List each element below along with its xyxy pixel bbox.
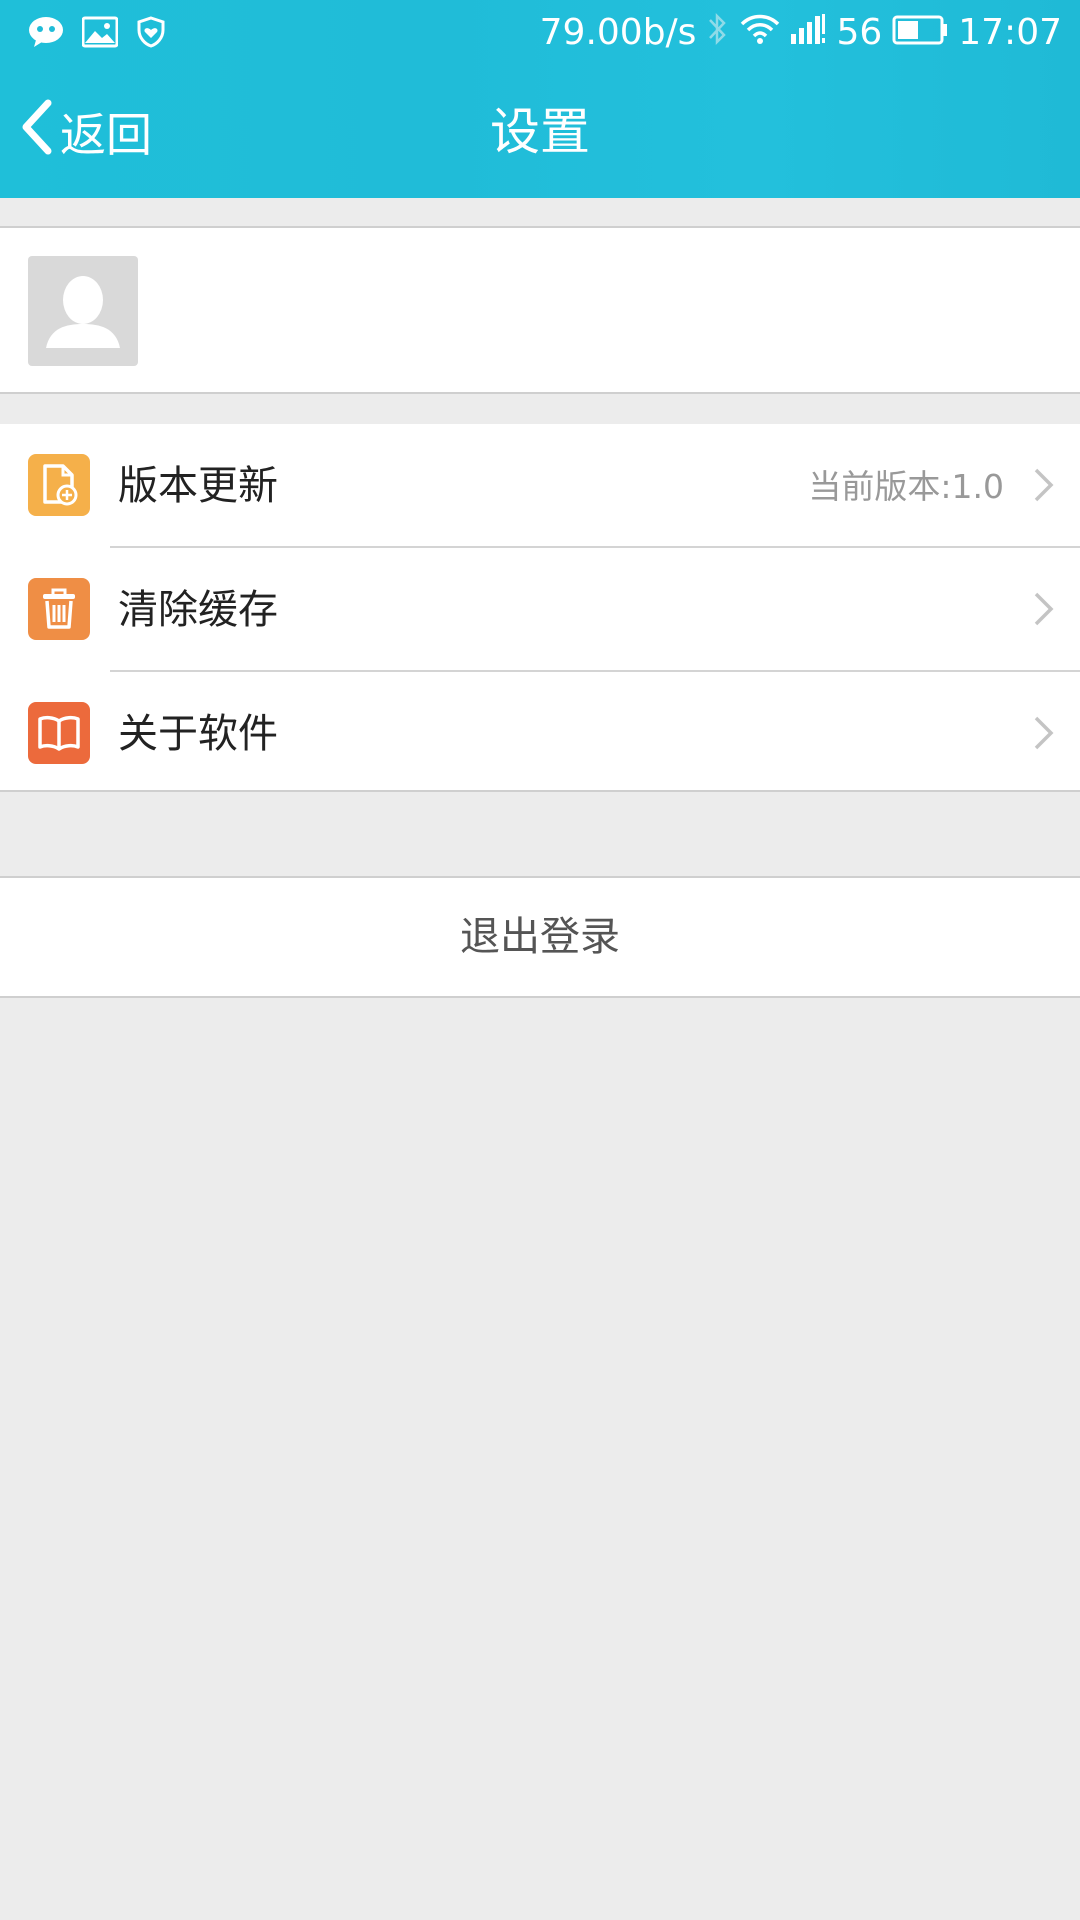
nav-bar: 返回 设置 <box>0 66 1080 198</box>
about-software-row[interactable]: 关于软件 <box>0 672 1080 794</box>
app-header: 79.00b/s 56 17:07 返回 设置 <box>0 0 1080 198</box>
avatar-placeholder-icon <box>28 276 138 366</box>
clock: 17:07 <box>958 12 1062 53</box>
trash-icon <box>28 578 90 640</box>
shield-heart-icon <box>136 16 166 52</box>
bluetooth-icon <box>706 9 730 58</box>
cellular-signal-icon <box>790 12 826 55</box>
book-icon <box>28 702 90 764</box>
clear-cache-row[interactable]: 清除缓存 <box>0 548 1080 670</box>
page-title: 设置 <box>490 103 590 161</box>
wifi-icon <box>740 12 780 55</box>
chevron-right-icon <box>1032 466 1056 504</box>
current-version: 当前版本:1.0 <box>808 467 1004 506</box>
avatar[interactable] <box>28 256 138 366</box>
status-bar: 79.00b/s 56 17:07 <box>0 0 1080 66</box>
version-update-row[interactable]: 版本更新 当前版本:1.0 <box>0 424 1080 546</box>
network-speed: 79.00b/s <box>539 12 697 53</box>
signal-text: 56 <box>836 12 883 53</box>
status-left-icons <box>28 14 166 54</box>
profile-section[interactable] <box>0 226 1080 394</box>
settings-list: 版本更新 当前版本:1.0 清除缓存 关于软件 <box>0 424 1080 792</box>
row-label: 关于软件 <box>118 711 278 757</box>
row-label: 版本更新 <box>118 463 278 509</box>
chat-bubble-icon <box>28 16 64 52</box>
logout-button[interactable]: 退出登录 <box>0 876 1080 998</box>
image-icon <box>81 16 119 52</box>
chevron-right-icon <box>1032 714 1056 752</box>
file-update-icon <box>28 454 90 516</box>
row-label: 清除缓存 <box>118 587 278 633</box>
chevron-right-icon <box>1032 590 1056 628</box>
battery-icon <box>892 13 948 54</box>
status-right: 79.00b/s 56 17:07 <box>540 10 1062 56</box>
